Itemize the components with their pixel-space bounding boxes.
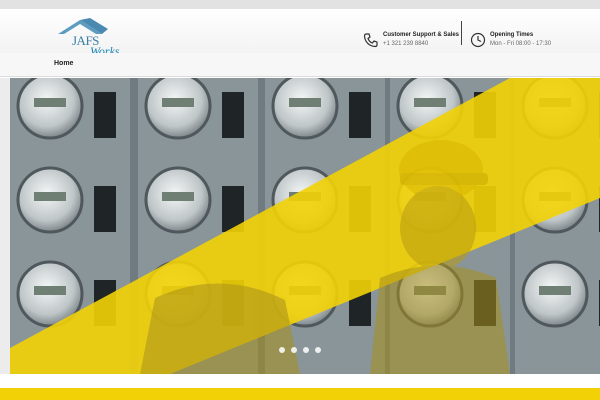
site-header: JAFS Works Customer Support & Sales +1 3… [0,9,600,58]
slider-dot[interactable] [279,347,285,353]
slider-dot[interactable] [303,347,309,353]
support-phone[interactable]: +1 321 239 8840 [383,41,428,47]
nav-item-home[interactable]: Home [54,60,73,67]
phone-icon [363,33,378,48]
main-nav: Home [0,53,600,77]
slider-dot[interactable] [315,347,321,353]
footer-spacer [0,374,600,388]
support-title: Customer Support & Sales [383,32,460,38]
slider-dot[interactable] [291,347,297,353]
hero-slider[interactable] [10,78,600,374]
clock-icon [470,32,486,48]
hero-left-edge [0,78,10,374]
header-divider [461,21,462,45]
hours-title: Opening Times [490,32,534,38]
hero-image [10,78,600,374]
top-strip [0,0,600,9]
footer-accent-bar [0,388,600,400]
hours-value: Mon - Fri 08:00 - 17:30 [490,41,552,47]
